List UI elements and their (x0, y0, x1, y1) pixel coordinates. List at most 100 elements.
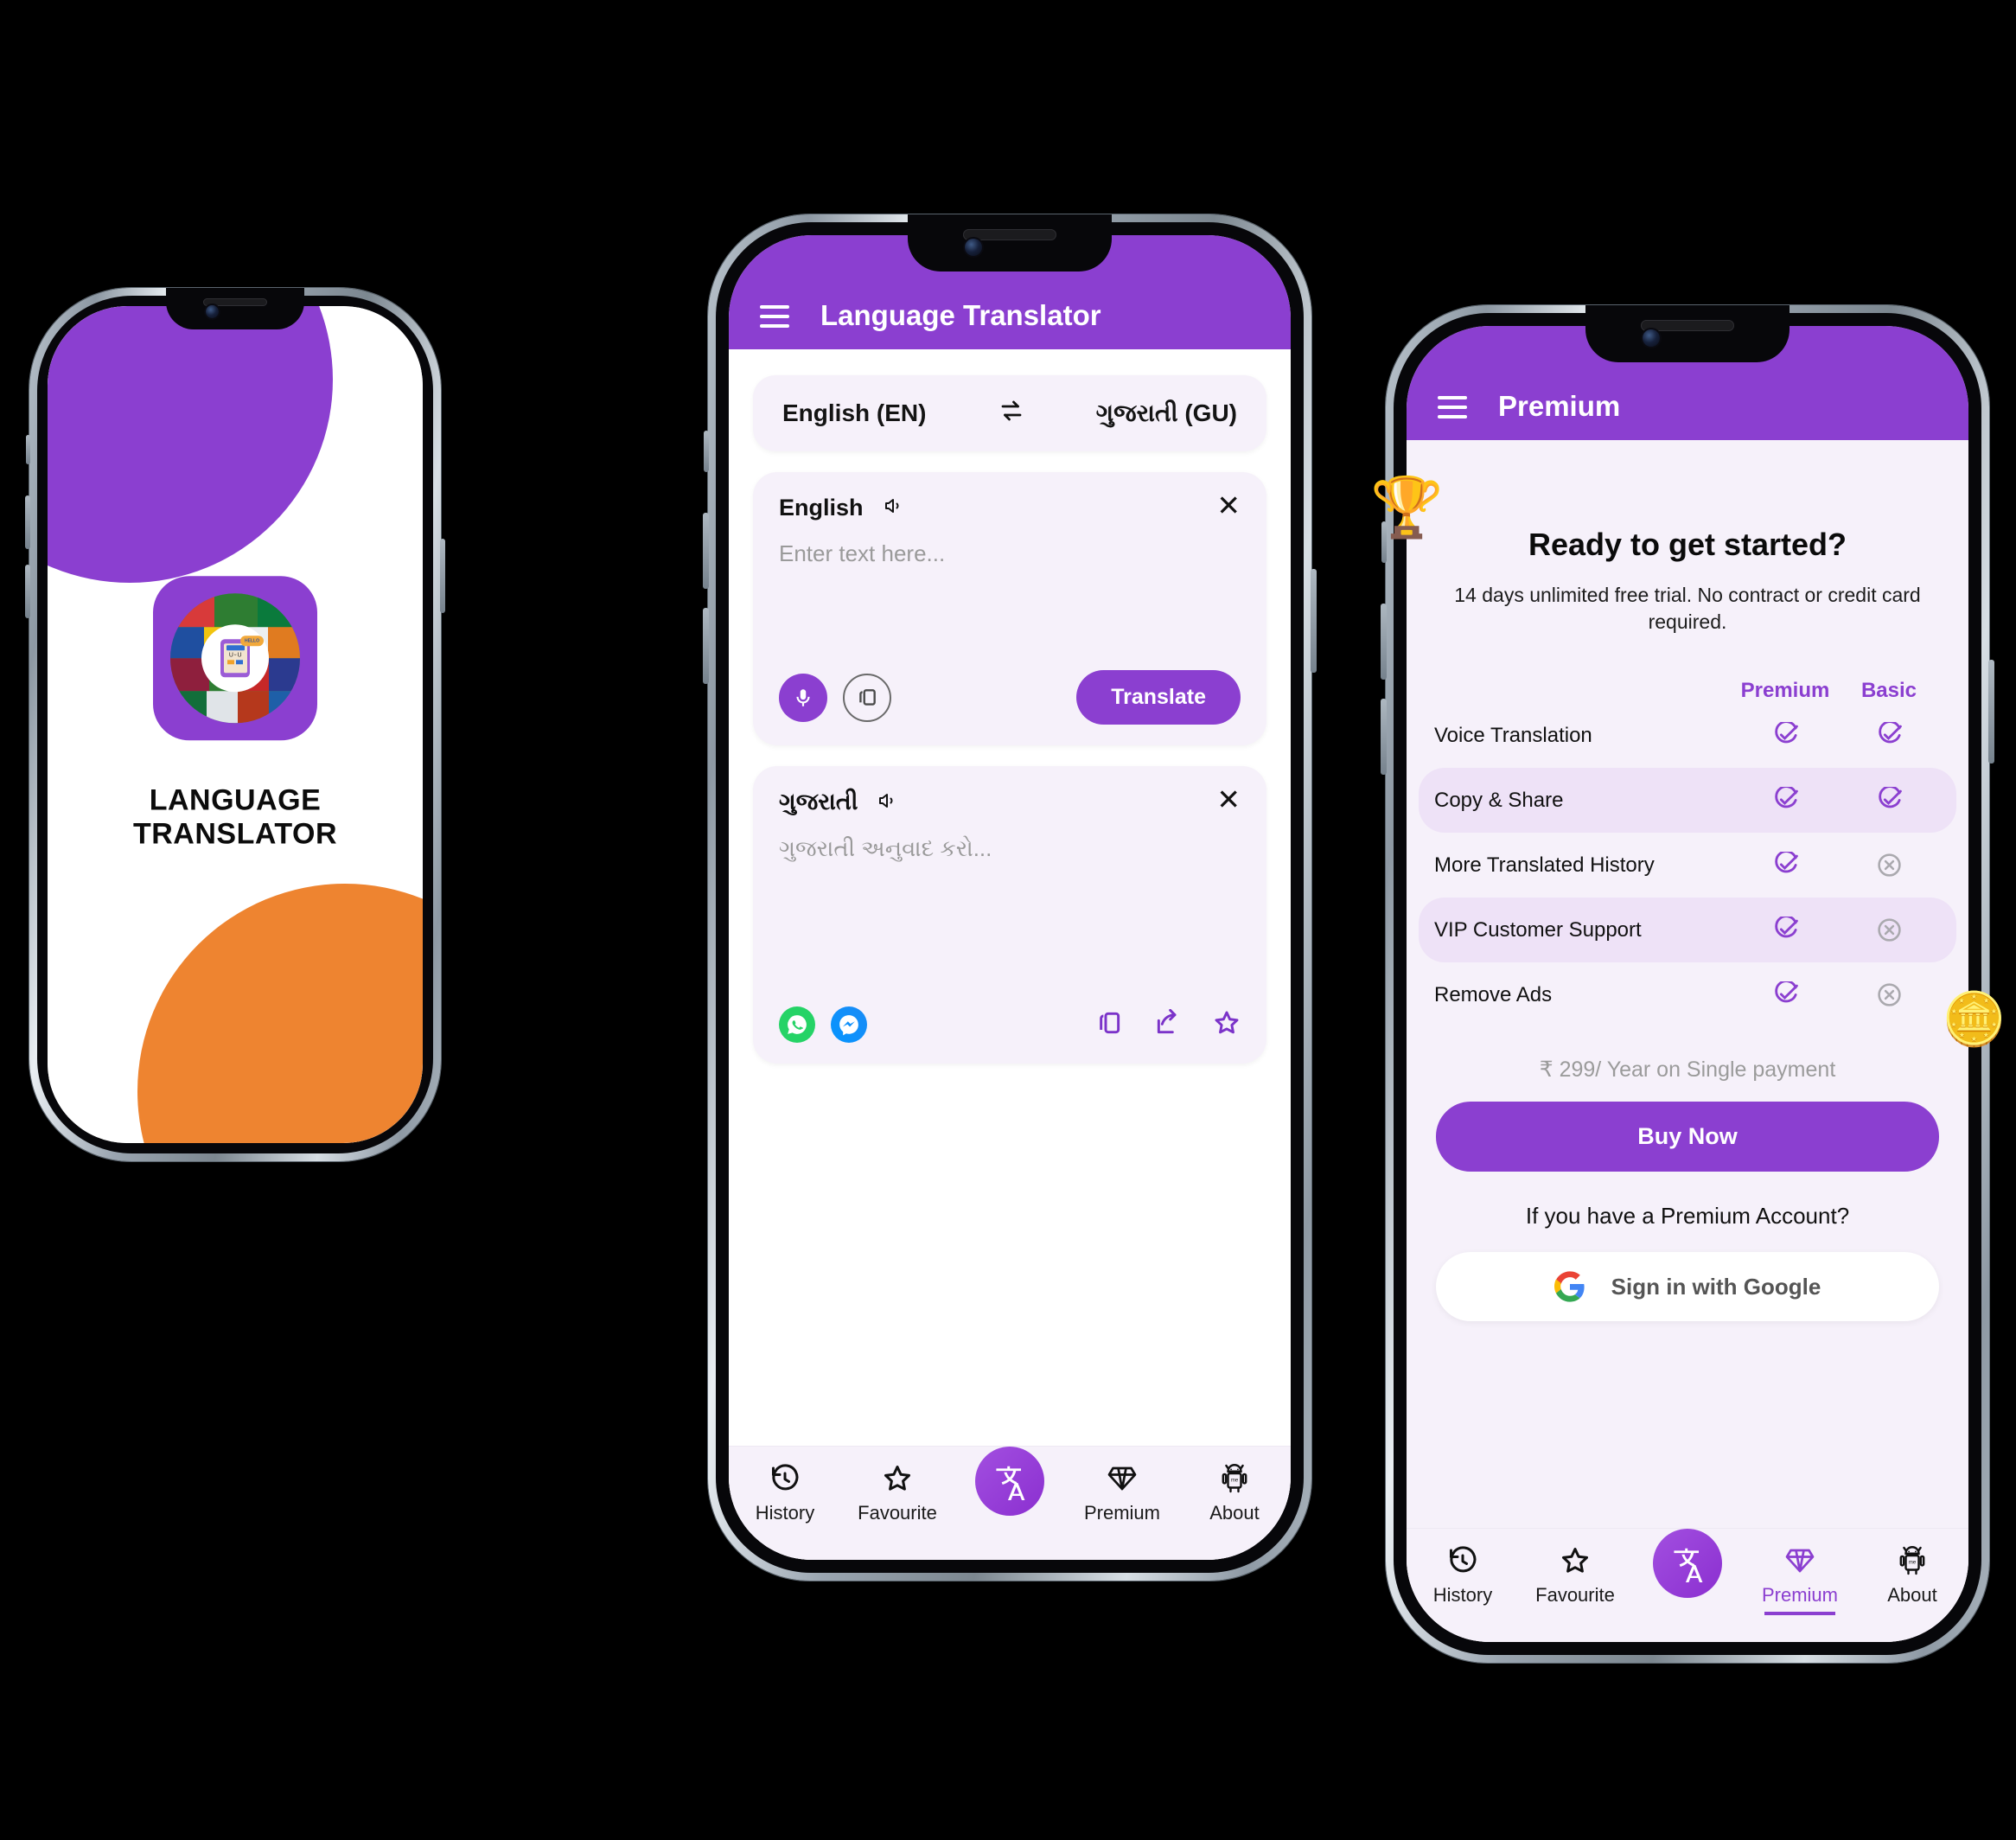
check-icon (1733, 722, 1837, 749)
nav-label: About (1887, 1584, 1937, 1606)
nav-item-about[interactable]: me About (1856, 1544, 1968, 1607)
share-icon[interactable] (1154, 1008, 1182, 1041)
splash-screen: U ᵕ U HELLO LANGUAGE TRANSLATOR (48, 306, 423, 1143)
swap-horizontal-icon[interactable] (997, 398, 1026, 429)
hamburger-icon[interactable] (760, 305, 789, 335)
nav-label: Premium (1761, 1584, 1838, 1606)
translate-icon[interactable] (975, 1447, 1044, 1516)
nav-item-history[interactable]: History (729, 1462, 841, 1524)
price-label: ₹ 299/ Year on Single payment (1539, 1057, 1836, 1083)
table-row: Voice Translation (1419, 703, 1956, 768)
front-camera (1643, 329, 1660, 347)
nav-item-premium[interactable]: Premium (1066, 1462, 1178, 1524)
table-row: More Translated History (1419, 833, 1956, 898)
mute-switch (26, 435, 30, 464)
power-button (1988, 660, 1994, 763)
column-header-basic: Basic (1860, 679, 1917, 703)
phone-notch (166, 288, 304, 329)
translated-text-card: ગુજરાતી ✕ ગુજરાતી અનુવાદ કરો... (753, 766, 1266, 1064)
hello-bubble: HELLO (240, 636, 264, 647)
copy-icon[interactable] (1095, 1009, 1123, 1041)
history-icon (1447, 1544, 1478, 1577)
speaker-icon[interactable] (881, 495, 905, 521)
bottom-navigation: History Favourite Premium me About (729, 1446, 1291, 1560)
buy-now-button[interactable]: Buy Now (1436, 1102, 1939, 1172)
google-g-icon (1553, 1271, 1585, 1302)
nav-label: Premium (1083, 1502, 1160, 1524)
check-icon (1733, 787, 1837, 814)
source-language[interactable]: English (EN) (782, 399, 926, 427)
copy-icon[interactable] (843, 673, 891, 722)
history-icon (769, 1462, 801, 1495)
close-icon[interactable]: ✕ (1216, 491, 1241, 520)
nav-item-history[interactable]: History (1407, 1544, 1519, 1607)
decorative-orange-blob (137, 884, 423, 1143)
translate-button[interactable]: Translate (1076, 670, 1241, 725)
feature-name: Voice Translation (1434, 723, 1592, 747)
power-button (1311, 569, 1317, 673)
nav-item-translate[interactable] (954, 1447, 1066, 1523)
google-signin-label: Sign in with Google (1611, 1273, 1821, 1300)
android-icon: me (1219, 1462, 1250, 1495)
volume-up-button (25, 495, 30, 549)
star-icon (1560, 1544, 1591, 1577)
premium-screen: Premium Ready to get started? 14 days un… (1407, 326, 1968, 1642)
phone-translator: Language Translator English (EN) ગુજરાતી… (703, 214, 1317, 1581)
hamburger-icon[interactable] (1438, 396, 1467, 426)
nav-item-premium[interactable]: Premium (1744, 1544, 1856, 1607)
check-icon (1733, 917, 1837, 943)
messenger-icon[interactable] (831, 1006, 867, 1043)
google-signin-button[interactable]: Sign in with Google (1436, 1252, 1939, 1322)
close-icon[interactable]: ✕ (1216, 785, 1241, 814)
nav-label: Favourite (858, 1502, 937, 1524)
nav-item-favourite[interactable]: Favourite (841, 1462, 954, 1524)
cross-icon (1837, 917, 1941, 943)
table-row: Remove Ads (1419, 962, 1956, 1027)
whatsapp-icon[interactable] (779, 1006, 815, 1043)
speaker-icon[interactable] (875, 790, 899, 815)
translated-text-output: ગુજરાતી અનુવાદ કરો... (779, 835, 992, 861)
decorative-purple-blob (48, 306, 333, 583)
premium-subheading: 14 days unlimited free trial. No contrac… (1454, 584, 1921, 634)
cross-icon (1837, 981, 1941, 1008)
volume-up-button (703, 513, 709, 589)
target-card-label: ગુજરાતી (779, 789, 858, 815)
table-row: VIP Customer Support (1419, 898, 1956, 963)
translate-icon[interactable] (1653, 1529, 1722, 1598)
diamond-icon (1784, 1544, 1815, 1577)
star-icon[interactable] (1213, 1009, 1241, 1041)
volume-down-button (25, 565, 30, 618)
table-row: Copy & Share (1419, 768, 1956, 834)
source-text-input[interactable]: Enter text here... (779, 540, 1241, 567)
feature-name: More Translated History (1434, 853, 1655, 877)
check-icon (1837, 787, 1941, 814)
app-logo: U ᵕ U HELLO (153, 576, 317, 741)
android-icon: me (1897, 1544, 1928, 1577)
nav-item-about[interactable]: me About (1178, 1462, 1291, 1524)
language-selector-bar: English (EN) ગુજરાતી (GU) (753, 375, 1266, 451)
front-camera (206, 305, 219, 318)
check-icon (1837, 722, 1941, 749)
feature-name: VIP Customer Support (1434, 917, 1642, 942)
target-language[interactable]: ગુજરાતી (GU) (1096, 399, 1237, 428)
bottom-navigation: History Favourite Premium me About (1407, 1528, 1968, 1642)
translator-screen: Language Translator English (EN) ગુજરાતી… (729, 235, 1291, 1560)
source-card-label: English (779, 495, 864, 521)
svg-text:me: me (1231, 1478, 1239, 1483)
account-prompt: If you have a Premium Account? (1525, 1203, 1850, 1230)
mute-switch (704, 431, 709, 472)
svg-text:me: me (1909, 1560, 1917, 1565)
feature-name: Remove Ads (1434, 982, 1553, 1006)
feature-name: Copy & Share (1434, 788, 1564, 812)
trophy-emoji: 🏆 (1370, 475, 1444, 540)
front-camera (965, 239, 982, 256)
premium-heading: Ready to get started? (1528, 527, 1847, 562)
tablet-mascot-icon: U ᵕ U HELLO (220, 636, 264, 678)
nav-item-favourite[interactable]: Favourite (1519, 1544, 1631, 1607)
source-text-card: English ✕ Enter text here... Translate (753, 472, 1266, 745)
nav-label: About (1209, 1502, 1260, 1524)
microphone-icon[interactable] (779, 673, 827, 722)
nav-item-translate[interactable] (1631, 1529, 1744, 1605)
check-icon (1733, 852, 1837, 878)
power-button (440, 539, 445, 613)
